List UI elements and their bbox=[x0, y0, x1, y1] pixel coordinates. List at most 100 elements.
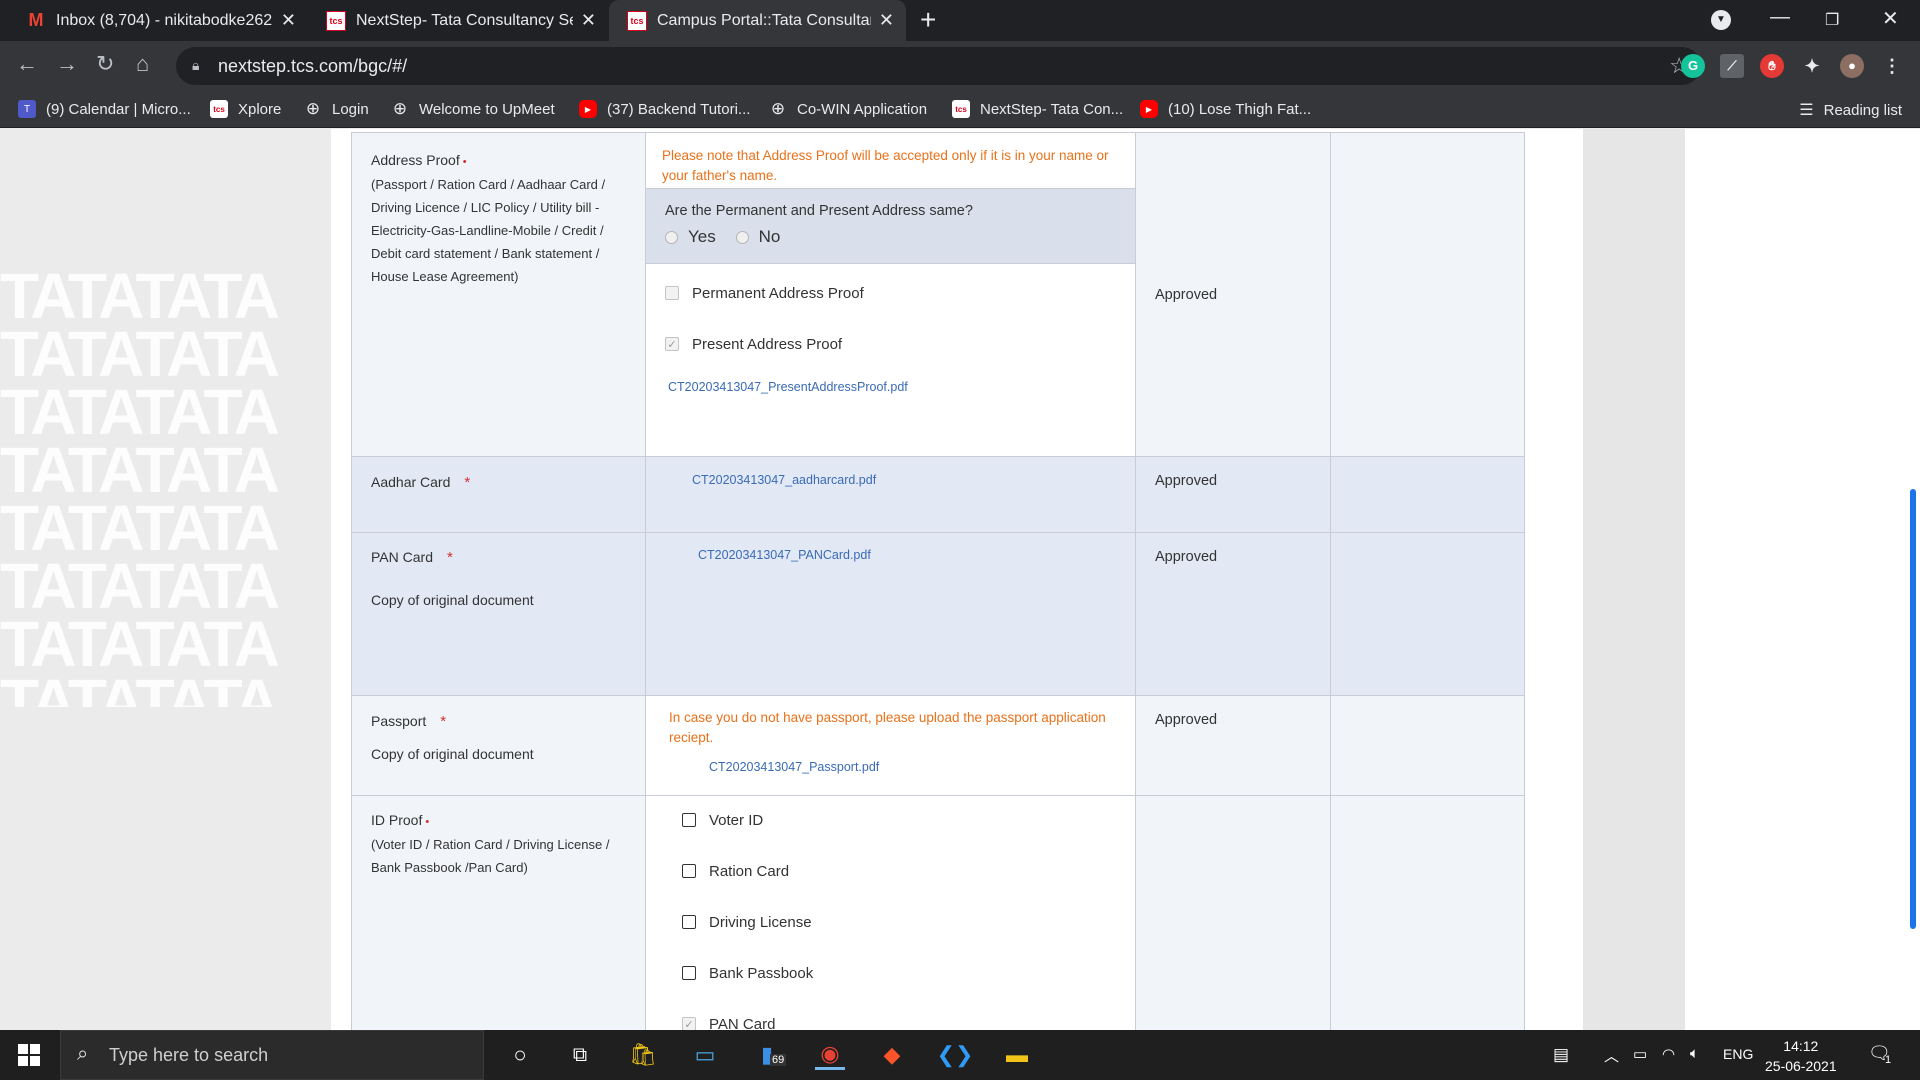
bookmark-upmeet[interactable]: ⊕ Welcome to UpMeet bbox=[391, 99, 555, 118]
permanent-address-checkbox[interactable]: Permanent Address Proof bbox=[665, 283, 1135, 303]
address-bar[interactable]: 🔒︎ nextstep.tcs.com/bgc/#/ ☆ bbox=[176, 47, 1701, 85]
battery-icon[interactable]: ▭ bbox=[1633, 1045, 1647, 1063]
store-icon[interactable]: 🛍︎ bbox=[628, 1040, 658, 1070]
tab-title: NextStep- Tata Consultancy Servi bbox=[356, 11, 573, 29]
same-address-no-radio[interactable]: No bbox=[735, 227, 780, 247]
home-icon[interactable]: ⌂ bbox=[136, 51, 149, 77]
url-text[interactable]: nextstep.tcs.com/bgc/#/ bbox=[218, 56, 407, 77]
menu-kebab-icon[interactable]: ⋮ bbox=[1880, 54, 1904, 78]
checkmark-icon: ✓ bbox=[682, 1017, 696, 1030]
new-tab-button[interactable]: + bbox=[920, 4, 936, 36]
restore-icon[interactable]: ❐ bbox=[1825, 10, 1839, 30]
reading-list-button[interactable]: ☰ Reading list bbox=[1799, 100, 1902, 120]
close-icon[interactable]: ✕ bbox=[281, 10, 296, 31]
voter-id-checkbox[interactable]: Voter ID bbox=[682, 810, 1135, 830]
language-indicator[interactable]: ENG bbox=[1723, 1046, 1753, 1062]
present-address-file-link[interactable]: CT20203413047_PresentAddressProof.pdf bbox=[668, 380, 1135, 394]
cortana-icon[interactable]: ○ bbox=[505, 1040, 535, 1070]
checkbox-icon bbox=[682, 915, 696, 929]
checkbox-label: Ration Card bbox=[709, 862, 790, 880]
tray-chevron-icon[interactable]: ︿ bbox=[1604, 1045, 1619, 1066]
address-proof-label-cell: Address Proof • (Passport / Ration Card /… bbox=[351, 132, 646, 457]
table-row-pan: PAN Card * Copy of original document CT20… bbox=[351, 532, 1525, 696]
hand-extension-icon[interactable]: ✋︎ bbox=[1760, 54, 1784, 78]
page-viewport: TATATATA TATATATA TATATATA TATATATA TATA… bbox=[0, 129, 1920, 1030]
aadhar-label: Aadhar Card bbox=[371, 474, 451, 490]
tab-nextstep[interactable]: tcs NextStep- Tata Consultancy Servi ✕ bbox=[308, 0, 608, 41]
taskbar-search-box[interactable]: ⌕ Type here to search bbox=[60, 1030, 484, 1080]
watermark-line: TATATATA bbox=[0, 608, 280, 680]
required-marker: * bbox=[440, 713, 447, 730]
tab-title: Inbox (8,704) - nikitabodke262@ bbox=[56, 11, 273, 29]
reload-icon[interactable]: ↻ bbox=[96, 51, 114, 77]
lock-icon[interactable]: 🔒︎ bbox=[192, 57, 199, 74]
minimize-icon[interactable]: — bbox=[1770, 6, 1790, 29]
graph-extension-icon[interactable]: ⟋ bbox=[1720, 54, 1744, 78]
id-proof-remarks-cell bbox=[1330, 795, 1525, 1030]
brave-icon[interactable]: ◆ bbox=[877, 1040, 907, 1070]
bookmark-login[interactable]: ⊕ Login bbox=[304, 99, 369, 118]
present-address-checkbox[interactable]: ✓ Present Address Proof bbox=[665, 334, 1135, 354]
bookmark-label: Login bbox=[332, 100, 369, 118]
forward-icon[interactable]: → bbox=[56, 51, 78, 77]
ration-card-checkbox[interactable]: Ration Card bbox=[682, 861, 1135, 881]
window-close-icon[interactable]: ✕ bbox=[1882, 6, 1899, 31]
extensions-puzzle-icon[interactable]: ✦ bbox=[1800, 54, 1824, 78]
close-icon[interactable]: ✕ bbox=[879, 10, 894, 31]
right-gutter bbox=[1583, 129, 1685, 1030]
tab-search-icon[interactable]: ▼ bbox=[1711, 10, 1731, 30]
checkbox-label: Present Address Proof bbox=[692, 335, 843, 353]
address-proof-label: Address Proof bbox=[371, 152, 460, 168]
close-icon[interactable]: ✕ bbox=[581, 10, 596, 31]
radio-circle-icon bbox=[665, 230, 678, 244]
tab-campus-portal[interactable]: tcs Campus Portal::Tata Consultancy ✕ bbox=[609, 0, 906, 41]
bank-passbook-checkbox[interactable]: Bank Passbook bbox=[682, 963, 1135, 983]
bookmark-nextstep[interactable]: tcs NextStep- Tata Con... bbox=[952, 100, 1123, 118]
pan-file-link[interactable]: CT20203413047_PANCard.pdf bbox=[698, 548, 871, 562]
checkbox-label: Permanent Address Proof bbox=[692, 284, 864, 302]
volume-icon[interactable]: 🔈︎ bbox=[1690, 1045, 1699, 1062]
watermark-line: TATATATA bbox=[0, 434, 280, 506]
passport-file-link[interactable]: CT20203413047_Passport.pdf bbox=[709, 760, 1123, 774]
passport-remarks-cell bbox=[1330, 695, 1525, 796]
task-view-icon[interactable]: ⧉ bbox=[565, 1040, 595, 1070]
bookmark-calendar[interactable]: T (9) Calendar | Micro... bbox=[18, 100, 191, 118]
pan-subtext: Copy of original document bbox=[371, 592, 534, 608]
gmail-icon: M bbox=[28, 10, 44, 30]
aadhar-label-cell: Aadhar Card * bbox=[351, 456, 646, 533]
grammarly-icon[interactable]: G bbox=[1681, 54, 1705, 78]
same-address-yes-radio[interactable]: Yes bbox=[665, 227, 716, 247]
tcs-icon: tcs bbox=[326, 10, 346, 31]
bookmark-cowin[interactable]: ⊕ Co-WIN Application bbox=[769, 99, 927, 118]
back-icon[interactable]: ← bbox=[16, 51, 38, 77]
documents-table: Address Proof • (Passport / Ration Card /… bbox=[351, 132, 1525, 1030]
bookmark-lose-thigh-fat[interactable]: ▶ (10) Lose Thigh Fat... bbox=[1140, 100, 1311, 118]
scrollbar-thumb[interactable] bbox=[1910, 489, 1916, 929]
desktop-app-icon[interactable]: ▭ bbox=[690, 1040, 720, 1070]
bookmark-backend-tutorial[interactable]: ▶ (37) Backend Tutori... bbox=[579, 100, 750, 118]
id-proof-status-cell bbox=[1135, 795, 1331, 1030]
tcs-icon: tcs bbox=[210, 100, 228, 118]
checkbox-icon bbox=[682, 864, 696, 878]
vscode-icon[interactable]: ❮❯ bbox=[937, 1040, 974, 1070]
pan-card-checkbox[interactable]: ✓ PAN Card bbox=[682, 1014, 1135, 1030]
news-widget-icon[interactable]: ▤ bbox=[1553, 1045, 1569, 1065]
tab-title: Campus Portal::Tata Consultancy bbox=[657, 11, 871, 29]
bookmark-xplore[interactable]: tcs Xplore bbox=[210, 100, 281, 118]
globe-icon: ⊕ bbox=[392, 99, 408, 118]
notification-count: 1 bbox=[1885, 1054, 1892, 1066]
tab-gmail[interactable]: M Inbox (8,704) - nikitabodke262@ ✕ bbox=[8, 0, 308, 41]
clock[interactable]: 14:12 25-06-2021 bbox=[1765, 1036, 1837, 1076]
aadhar-file-link[interactable]: CT20203413047_aadharcard.pdf bbox=[692, 473, 876, 487]
chrome-icon[interactable]: ◉ bbox=[815, 1040, 845, 1070]
checkmark-icon: ✓ bbox=[665, 337, 679, 351]
file-explorer-icon[interactable]: ▬ bbox=[1002, 1040, 1032, 1070]
watermark-line: TATATATA bbox=[0, 318, 280, 390]
profile-avatar-icon[interactable]: ● bbox=[1840, 54, 1864, 78]
driving-license-checkbox[interactable]: Driving License bbox=[682, 912, 1135, 932]
table-row-id-proof: ID Proof • (Voter ID / Ration Card / Driv… bbox=[351, 795, 1525, 1030]
windows-start-icon[interactable] bbox=[18, 1044, 40, 1066]
bookmark-label: (10) Lose Thigh Fat... bbox=[1168, 100, 1312, 118]
wifi-icon[interactable]: ◠ bbox=[1662, 1045, 1675, 1063]
bookmark-label: (37) Backend Tutori... bbox=[607, 100, 751, 118]
